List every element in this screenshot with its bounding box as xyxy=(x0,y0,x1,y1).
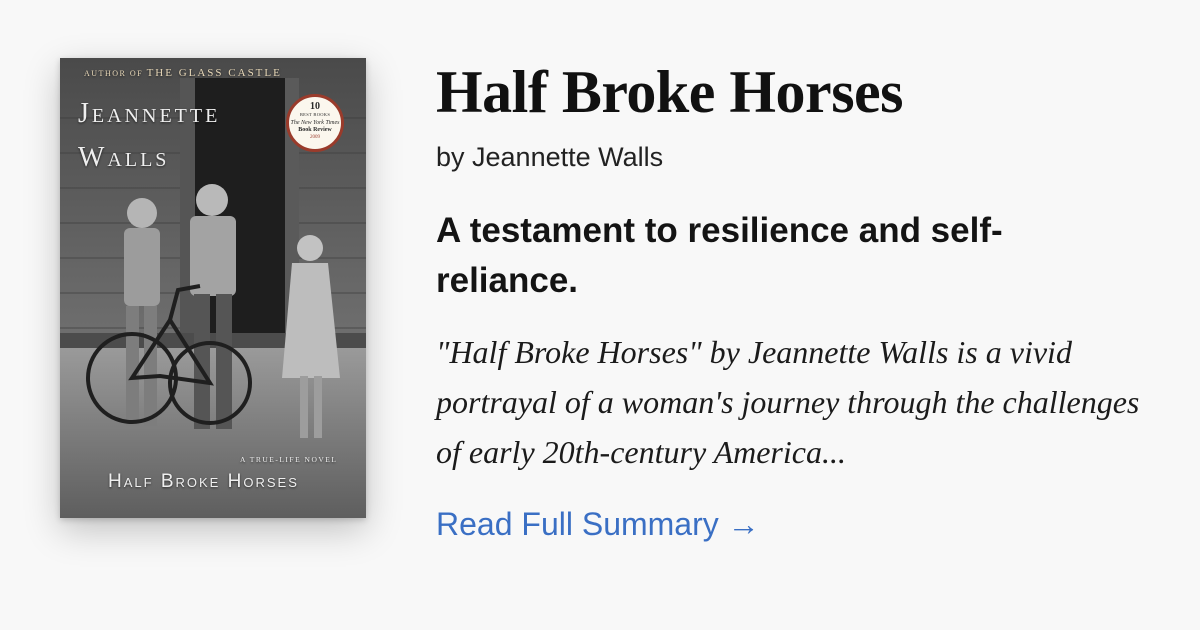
cover-author-of: AUTHOR OF THE GLASS CASTLE xyxy=(84,67,282,79)
book-cover: AUTHOR OF THE GLASS CASTLE Jeannette Wal… xyxy=(60,58,366,518)
seal-number: 10 xyxy=(310,101,320,112)
cover-subtitle: A TRUE-LIFE NOVEL xyxy=(240,455,338,464)
book-title: Half Broke Horses xyxy=(436,59,904,125)
cover-author-last-name: Walls xyxy=(78,142,170,173)
book-author: by Jeannette Walls xyxy=(436,142,664,172)
book-summary: "Half Broke Horses" by Jeannette Walls i… xyxy=(436,334,1140,470)
seal-year: 2009 xyxy=(310,134,320,140)
seal-publication: The New York Times xyxy=(290,119,340,126)
seal-label: BEST BOOKS xyxy=(299,112,331,117)
seal-review: Book Review xyxy=(298,126,332,133)
read-full-summary-link[interactable]: Read Full Summary → xyxy=(436,506,760,543)
cover-title: Half Broke Horses xyxy=(108,471,299,492)
cover-author-first-name: Jeannette xyxy=(78,98,221,129)
book-tagline: A testament to resilience and self-relia… xyxy=(436,211,1003,300)
bestseller-seal: 10 BEST BOOKS The New York Times Book Re… xyxy=(286,94,344,152)
